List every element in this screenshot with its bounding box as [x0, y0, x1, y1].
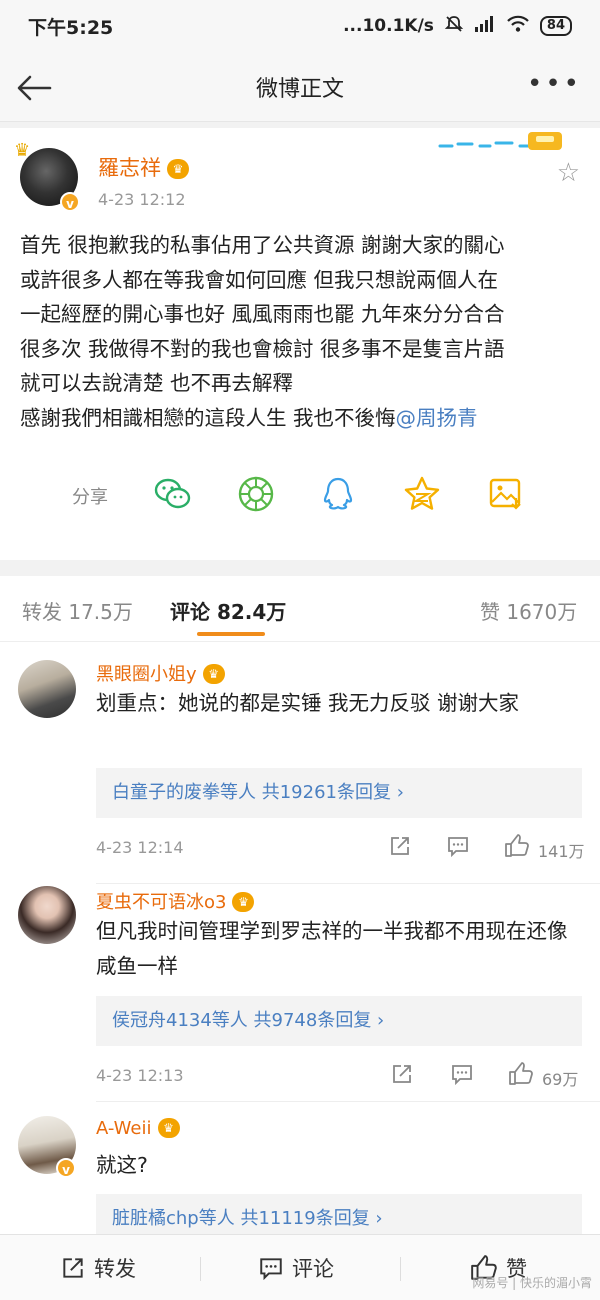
like-thumb-icon[interactable] — [504, 834, 530, 862]
vip-crown-icon: ♛ — [202, 664, 225, 684]
author-name[interactable]: 羅志祥 ♛ — [98, 152, 189, 182]
vip-crown-icon: ♛ — [232, 892, 255, 912]
post-line: 或許很多人都在等我會如何回應 但我只想說兩個人在 — [20, 267, 499, 292]
moments-icon[interactable] — [236, 474, 276, 514]
back-arrow-icon[interactable] — [14, 68, 54, 108]
repost-icon[interactable] — [388, 834, 412, 862]
bar-separator — [400, 1257, 401, 1281]
comment-date: 4-23 12:13 — [96, 1066, 184, 1085]
repost-icon[interactable] — [390, 1062, 414, 1090]
replies-summary[interactable]: 白童子的废拳等人 共19261条回复 › — [96, 768, 582, 818]
comment-date: 4-23 12:14 — [96, 838, 184, 857]
like-count: 141万 — [538, 842, 585, 861]
decoration-sticker — [438, 132, 562, 150]
more-icon[interactable]: ••• — [527, 71, 582, 97]
verified-badge-icon: v — [60, 192, 80, 212]
repost-button[interactable]: 转发 — [60, 1235, 136, 1300]
post-line: 首先 很抱歉我的私事佔用了公共資源 謝謝大家的關心 — [20, 233, 505, 257]
comment-icon[interactable] — [450, 1062, 474, 1090]
commenter-name[interactable]: 夏虫不可语冰o3 ♛ — [96, 888, 255, 914]
post-card: ♛ v 羅志祥 ♛ 4-23 12:12 ☆ 首先 很抱歉我的私事佔用了公共資源 … — [0, 128, 600, 560]
favorite-star-icon[interactable]: ☆ — [557, 158, 580, 188]
share-row: 分享 — [0, 474, 600, 518]
wechat-icon[interactable] — [152, 474, 192, 514]
tab-comment[interactable]: 评论 82.4万 — [170, 596, 286, 625]
bar-separator — [200, 1257, 201, 1281]
signal-icon — [474, 15, 496, 38]
wifi-icon — [506, 15, 530, 38]
commenter-avatar[interactable] — [18, 886, 76, 944]
comment-item: 夏虫不可语冰o3 ♛ 但凡我时间管理学到罗志祥的一半我都不用现在还像咸鱼一样 侯冠… — [0, 884, 600, 1102]
author-name-text: 羅志祥 — [98, 156, 161, 180]
post-line: 就可以去說清楚 也不再去解釋 — [20, 371, 294, 395]
post-line: 很多次 我做得不對的我也會檢討 很多事不是隻言片語 — [20, 336, 505, 361]
comment-item: v A-Weii ♛ 就这? 脏脏橘chp等人 共11119条回复 › — [0, 1102, 600, 1234]
post-line-text: 感謝我們相識相戀的這段人生 我也不後悔 — [20, 405, 396, 430]
commenter-name-text: 黑眼圈小姐y — [96, 664, 197, 685]
vip-crown-icon: ♛ — [157, 1118, 180, 1138]
comment-icon — [260, 1258, 282, 1281]
repost-label: 转发 — [94, 1257, 136, 1281]
like-count: 69万 — [542, 1070, 579, 1089]
comment-button[interactable]: 评论 — [258, 1235, 334, 1300]
post-line: 一起經歷的開心事也好 風風雨雨也罷 九年來分分合合 — [20, 302, 505, 326]
network-speed: ...10.1K/s — [343, 16, 434, 36]
comment-icon[interactable] — [446, 834, 470, 862]
mute-icon — [444, 14, 464, 39]
repost-icon — [63, 1258, 83, 1278]
status-bar: 下午5:25 ...10.1K/s 84 — [0, 0, 600, 52]
vip-crown-icon: ♛ — [167, 159, 189, 179]
commenter-avatar[interactable] — [18, 660, 76, 718]
replies-summary[interactable]: 侯冠舟4134等人 共9748条回复 › — [96, 996, 582, 1046]
post-body: 首先 很抱歉我的私事佔用了公共資源 謝謝大家的關心 或許很多人都在等我會如何回應… — [20, 228, 584, 435]
mention-link[interactable]: @周扬青 — [396, 406, 478, 430]
page-title: 微博正文 — [255, 76, 344, 102]
status-time: 下午5:25 — [28, 16, 114, 39]
comment-label: 评论 — [292, 1257, 334, 1281]
comment-text: 就这? — [96, 1153, 148, 1177]
tab-like[interactable]: 赞 1670万 — [480, 596, 577, 625]
battery-icon: 84 — [539, 16, 572, 36]
comment-text: 但凡我时间管理学到罗志祥的一半我都不用现在还像咸鱼一样 — [96, 919, 568, 978]
share-label: 分享 — [72, 487, 108, 508]
save-image-icon[interactable] — [486, 474, 526, 514]
engagement-tabs: 转发 17.5万 评论 82.4万 赞 1670万 — [0, 576, 600, 642]
comment-text: 划重点：她说的都是实锤 我无力反驳 谢谢大家 — [96, 691, 520, 715]
status-indicators: ...10.1K/s 84 — [343, 14, 572, 39]
comment-list: 黑眼圈小姐y ♛ 划重点：她说的都是实锤 我无力反驳 谢谢大家 白童子的废拳等人 … — [0, 642, 600, 1234]
verified-badge-icon: v — [56, 1158, 76, 1178]
watermark: 网易号 | 快乐的湄小霄 — [472, 1276, 592, 1290]
replies-summary[interactable]: 脏脏橘chp等人 共11119条回复 › — [96, 1194, 582, 1234]
comment-item: 黑眼圈小姐y ♛ 划重点：她说的都是实锤 我无力反驳 谢谢大家 白童子的废拳等人 … — [0, 642, 600, 884]
post-date: 4-23 12:12 — [98, 190, 186, 209]
qq-icon[interactable] — [318, 474, 358, 514]
tab-repost[interactable]: 转发 17.5万 — [22, 596, 133, 625]
commenter-name-text: A-Weii — [96, 1118, 152, 1139]
commenter-name[interactable]: 黑眼圈小姐y ♛ — [96, 660, 225, 686]
qzone-star-icon[interactable] — [402, 474, 442, 514]
crown-icon: ♛ — [14, 140, 31, 161]
commenter-name[interactable]: A-Weii ♛ — [96, 1118, 180, 1139]
like-thumb-icon[interactable] — [508, 1062, 534, 1090]
active-tab-indicator — [197, 632, 265, 636]
commenter-name-text: 夏虫不可语冰o3 — [96, 892, 227, 913]
post-line-last: 感謝我們相識相戀的這段人生 我也不後悔@周扬青 — [20, 401, 584, 436]
nav-bar: 微博正文 ••• — [0, 52, 600, 122]
